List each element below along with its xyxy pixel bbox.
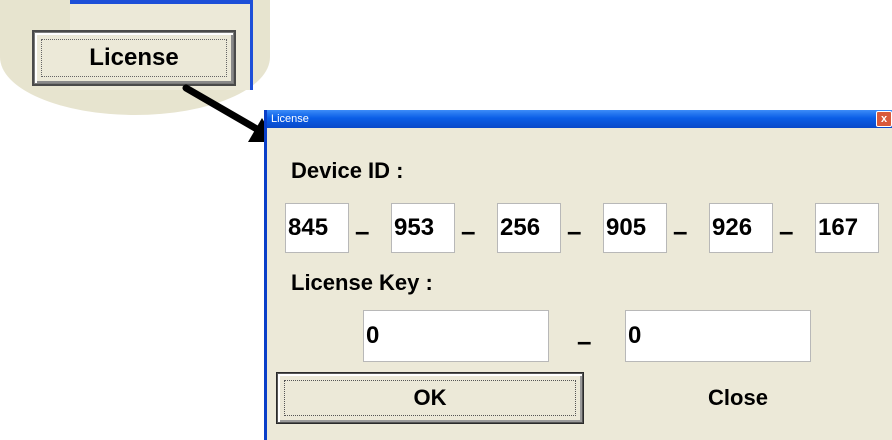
device-id-field-4[interactable]: 905 xyxy=(603,203,667,253)
device-id-separator: – xyxy=(779,216,794,246)
license-key-field-1[interactable]: 0 xyxy=(363,310,549,362)
device-id-separator: – xyxy=(673,216,688,246)
device-id-field-1[interactable]: 845 xyxy=(285,203,349,253)
device-id-field-6[interactable]: 167 xyxy=(815,203,879,253)
dialog-titlebar[interactable]: License x xyxy=(267,110,892,128)
dialog-title: License xyxy=(271,113,309,125)
device-id-separator: – xyxy=(461,216,476,246)
license-button[interactable]: License xyxy=(34,32,234,84)
ok-button[interactable]: OK xyxy=(277,373,583,423)
device-id-field-5[interactable]: 926 xyxy=(709,203,773,253)
license-button-focus xyxy=(41,39,227,77)
device-id-separator: – xyxy=(567,216,582,246)
close-icon[interactable]: x xyxy=(876,111,892,127)
close-button-label: Close xyxy=(708,385,768,410)
device-id-label: Device ID : xyxy=(291,158,404,183)
ok-button-focus xyxy=(284,380,576,416)
device-id-field-2[interactable]: 953 xyxy=(391,203,455,253)
license-key-separator: – xyxy=(577,326,592,356)
license-key-field-2[interactable]: 0 xyxy=(625,310,811,362)
license-key-label: License Key : xyxy=(291,270,433,295)
close-button[interactable]: Close xyxy=(585,373,891,423)
device-id-field-3[interactable]: 256 xyxy=(497,203,561,253)
license-dialog: License x Device ID : 845 – 953 – 256 – … xyxy=(264,110,892,440)
device-id-separator: – xyxy=(355,216,370,246)
